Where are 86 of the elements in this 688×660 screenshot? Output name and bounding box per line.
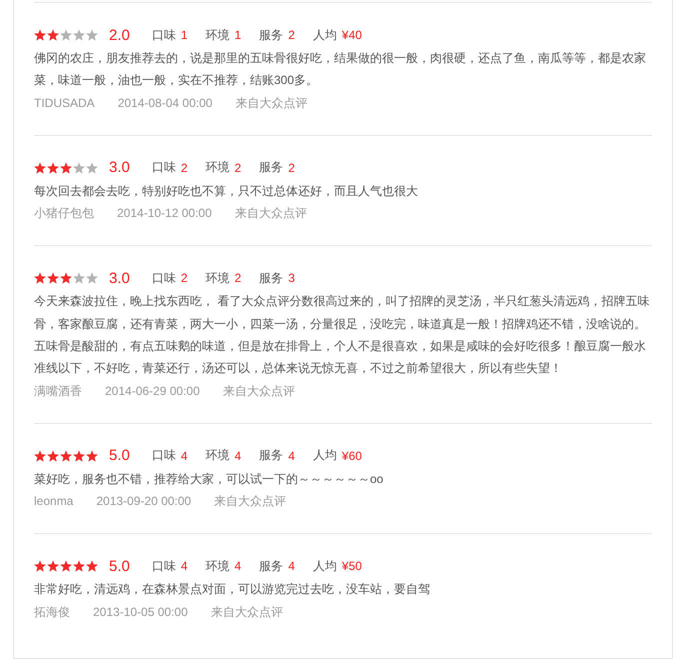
star-icon <box>73 560 85 572</box>
star-icon <box>60 450 72 462</box>
star-icon <box>60 29 72 41</box>
review-date: 2014-10-12 00:00 <box>117 205 212 222</box>
star-icon <box>47 450 59 462</box>
star-icon <box>60 162 72 174</box>
rating-value: 4 <box>180 448 188 463</box>
star-icon <box>34 450 46 462</box>
author-name: 拓海俊 <box>34 604 70 621</box>
rating-label: 口味 <box>152 447 176 464</box>
rating-label: 服务 <box>259 558 284 575</box>
rating-score: 5.0 <box>109 447 130 464</box>
star-icon <box>60 272 72 284</box>
rating-label: 服务 <box>259 270 284 287</box>
rating-value: 1 <box>234 28 242 42</box>
rating-label: 服务 <box>259 447 284 464</box>
star-icon <box>73 29 85 41</box>
rating-value: ¥60 <box>342 448 362 463</box>
rating-label: 口味 <box>152 558 176 575</box>
rating-label: 环境 <box>206 270 230 287</box>
rating-value: 2 <box>234 160 242 175</box>
review-text: 非常好吃，清远鸡，在森林景点对面，可以游览完过去吃，没车站，要自驾 <box>34 581 431 598</box>
star-icon <box>60 560 72 572</box>
rating-label: 口味 <box>152 26 176 44</box>
star-icon <box>86 29 98 41</box>
rating-label: 环境 <box>206 159 230 176</box>
star-icon <box>86 162 98 174</box>
review-text: 菜好吃，服务也不错，推荐给大家，可以试一下的～～～～～～oo <box>34 470 384 488</box>
star-icon <box>34 560 46 572</box>
star-icon <box>47 560 59 572</box>
rating-score: 3.0 <box>109 270 130 287</box>
review-source: 来自大众点评 <box>235 94 308 112</box>
review-source: 来自大众点评 <box>214 493 286 510</box>
star-icon <box>73 162 85 174</box>
rating-value: 1 <box>180 28 188 42</box>
rating-label: 口味 <box>152 270 176 287</box>
star-icon <box>47 29 59 41</box>
rating-label: 人均 <box>312 26 337 44</box>
rating-label: 环境 <box>206 558 230 575</box>
star-icon <box>86 272 98 284</box>
rating-score: 3.0 <box>109 159 130 176</box>
rating-label: 环境 <box>206 447 230 464</box>
star-icon <box>86 450 98 462</box>
rating-score: 5.0 <box>109 558 130 575</box>
rating-value: 4 <box>234 448 242 463</box>
rating-label: 人均 <box>312 447 337 464</box>
rating-label: 服务 <box>259 26 284 44</box>
star-icon <box>34 162 46 174</box>
rating-value: 2 <box>180 160 188 175</box>
rating-label: 环境 <box>206 26 230 44</box>
author-name: 满嘴酒香 <box>34 382 82 400</box>
rating-value: ¥50 <box>342 559 362 574</box>
rating-value: 2 <box>288 28 295 42</box>
rating-value: 4 <box>180 559 188 574</box>
rating-value: 4 <box>288 448 295 463</box>
review-text: 每次回去都会去吃，特别好吃也不算，只不过总体还好，而且人气也很大 <box>34 182 419 200</box>
review-date: 2014-08-04 00:00 <box>118 94 212 112</box>
review-date: 2013-09-20 00:00 <box>96 493 192 510</box>
author-name: 小猪仔包包 <box>34 205 94 222</box>
rating-value: 2 <box>288 160 295 175</box>
rating-label: 人均 <box>312 558 337 575</box>
star-icon <box>73 272 85 284</box>
rating-value: 2 <box>234 271 242 286</box>
rating-label: 服务 <box>259 159 284 176</box>
author-name: leonma <box>34 493 74 510</box>
review-source: 来自大众点评 <box>234 205 307 222</box>
rating-value: 4 <box>234 559 242 574</box>
star-icon <box>86 560 98 572</box>
author-name: TIDUSADA <box>34 94 95 112</box>
rating-label: 口味 <box>152 159 176 176</box>
rating-value: 3 <box>288 271 295 286</box>
review-date: 2013-10-05 00:00 <box>93 604 188 621</box>
star-icon <box>47 272 59 284</box>
review-source: 来自大众点评 <box>222 382 295 400</box>
star-icon <box>73 450 85 462</box>
review-text: 今天来森波拉住，晚上找东西吃， 看了大众点评分数很高过来的，叫了招牌的灵芝汤，半只红葱头清远鸡，招牌五味骨，客家酿豆腐，还有青菜，两大一小，四菜一汤，分量很足，没吃完，味道真是一般！招牌鸡还不错，没啥说的。五味骨是酸甜的，有点五味鹅的味道，但是放在排骨上，个人不是很喜欢，如果是咸味的会好吃很多！酿豆腐一般水准线以下，不好吃，青菜还行，汤还可以，总体来说无惊无喜，不过之前希望很大，所以有些失望！ <box>34 293 650 378</box>
rating-value: 4 <box>288 559 295 574</box>
star-icon <box>47 162 59 174</box>
review-date: 2014-06-29 00:00 <box>105 382 200 400</box>
review-text: 佛冈的农庄，朋友推荐去的，说是那里的五味骨很好吃，结果做的很一般，肉很硬，还点了鱼，南瓜等等，都是农家菜，味道一般，油也一般，实在不推荐，结账300多。 <box>34 50 647 90</box>
review-source: 来自大众点评 <box>210 604 283 621</box>
rating-value: 2 <box>180 271 188 286</box>
rating-score: 2.0 <box>109 26 130 44</box>
star-icon <box>34 29 46 41</box>
star-icon <box>34 272 46 284</box>
rating-value: ¥40 <box>342 28 362 42</box>
